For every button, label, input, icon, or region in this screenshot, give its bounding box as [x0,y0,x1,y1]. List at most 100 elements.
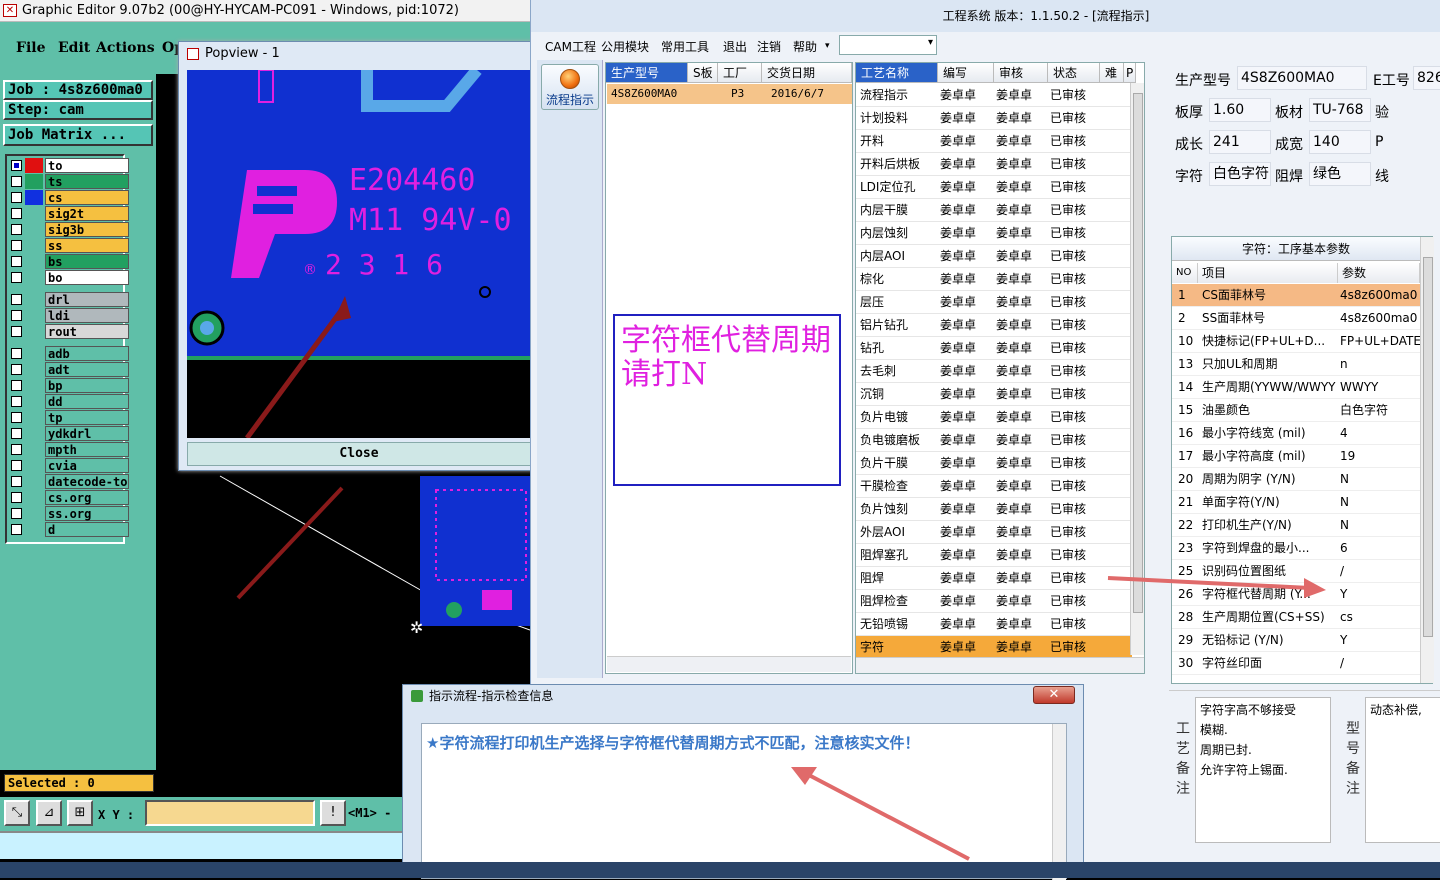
info-char-value[interactable]: 白色字符 [1209,162,1271,186]
process-row[interactable]: 内层AOI 姜卓卓 姜卓卓 已审核 [856,245,1132,268]
scroll-thumb[interactable] [1133,93,1143,613]
process-row[interactable]: 负片蚀刻 姜卓卓 姜卓卓 已审核 [856,498,1132,521]
layer-name[interactable]: drl [45,292,129,307]
param-row[interactable]: 1 CS面菲林号 4s8z600ma0 [1172,284,1420,307]
layer-name[interactable]: sig2t [45,206,129,221]
flow-indicate-button[interactable]: 流程指示 [541,64,599,110]
layer-name[interactable]: cvia [45,458,129,473]
layer-color-swatch[interactable] [25,522,43,537]
layer-row[interactable]: mpth [9,442,129,457]
layer-row[interactable]: bo [9,270,129,285]
process-row[interactable]: 内层干膜 姜卓卓 姜卓卓 已审核 [856,199,1132,222]
layer-checkbox[interactable] [11,396,22,407]
col-p[interactable]: P [1124,63,1136,83]
dialog-close-button[interactable]: ✕ [1033,686,1075,704]
layer-color-swatch[interactable] [25,206,43,221]
process-row[interactable]: 流程指示 姜卓卓 姜卓卓 已审核 [856,84,1132,107]
param-row[interactable]: 21 单面字符(Y/N) N [1172,491,1420,514]
layer-color-swatch[interactable] [25,442,43,457]
layer-name[interactable]: ldi [45,308,129,323]
layer-row[interactable]: sig2t [9,206,129,221]
menu-common-module[interactable]: 公用模块 [601,38,649,55]
process-row[interactable]: 负片干膜 姜卓卓 姜卓卓 已审核 [856,452,1132,475]
grid-icon[interactable]: ⊞ [67,800,93,826]
dialog-vscroll[interactable] [1052,724,1066,880]
measure-icon[interactable]: ⊿ [36,800,62,826]
param-row[interactable]: 10 快捷标记(FP+UL+D... FP+UL+DATE [1172,330,1420,353]
info-thick-value[interactable]: 1.60 [1209,98,1271,122]
col-factory[interactable]: 工厂 [718,63,762,83]
layer-checkbox[interactable] [11,256,22,267]
param-row[interactable]: 17 最小字符高度 (mil) 19 [1172,445,1420,468]
info-eno-value[interactable]: 826 [1413,66,1440,90]
product-row[interactable]: 4S8Z600MA0 P3 2016/6/7 [607,84,852,104]
product-hscroll[interactable] [607,656,851,672]
process-row[interactable]: 铝片钻孔 姜卓卓 姜卓卓 已审核 [856,314,1132,337]
layer-checkbox[interactable] [11,380,22,391]
col-difficulty[interactable]: 难 [1100,63,1124,83]
layer-color-swatch[interactable] [25,426,43,441]
layer-checkbox[interactable] [11,524,22,535]
layer-checkbox[interactable] [11,444,22,455]
process-row[interactable]: 计划投料 姜卓卓 姜卓卓 已审核 [856,107,1132,130]
menu-tools[interactable]: 常用工具 [661,38,709,55]
info-model-value[interactable]: 4S8Z600MA0 [1237,66,1367,90]
popview-canvas[interactable]: E204460 M11 94V-0 2 3 1 6 ® [187,70,531,438]
layer-checkbox[interactable] [11,476,22,487]
popview-close-button[interactable]: Close [187,442,531,466]
layer-row[interactable]: datecode-to [9,474,129,489]
layer-name[interactable]: adt [45,362,129,377]
layer-checkbox[interactable] [11,160,22,171]
layer-checkbox[interactable] [11,364,22,375]
layer-color-swatch[interactable] [25,474,43,489]
process-row[interactable]: LDI定位孔 姜卓卓 姜卓卓 已审核 [856,176,1132,199]
layer-color-swatch[interactable] [25,362,43,377]
col-delivery-date[interactable]: 交货日期 [762,63,852,83]
param-row[interactable]: 14 生产周期(YYWW/WWYY) WWYY [1172,376,1420,399]
param-row[interactable]: 22 打印机生产(Y/N) N [1172,514,1420,537]
param-vscroll[interactable] [1420,237,1434,683]
col-process-name[interactable]: 工艺名称 [856,63,938,83]
layer-color-swatch[interactable] [25,324,43,339]
layer-row[interactable]: dd [9,394,129,409]
process-row[interactable]: 干膜检查 姜卓卓 姜卓卓 已审核 [856,475,1132,498]
layer-name[interactable]: mpth [45,442,129,457]
process-row[interactable]: 无铅喷锡 姜卓卓 姜卓卓 已审核 [856,613,1132,636]
menu-cam-project[interactable]: CAM工程 [545,38,596,55]
layer-checkbox[interactable] [11,412,22,423]
process-row[interactable]: 阻焊塞孔 姜卓卓 姜卓卓 已审核 [856,544,1132,567]
info-mask-value[interactable]: 绿色 [1309,162,1371,186]
layer-color-swatch[interactable] [25,394,43,409]
layer-name[interactable]: adb [45,346,129,361]
info-mat-value[interactable]: TU-768 [1309,98,1371,122]
layer-checkbox[interactable] [11,192,22,203]
process-row[interactable]: 去毛刺 姜卓卓 姜卓卓 已审核 [856,360,1132,383]
col-s-board[interactable]: S板 [688,63,718,83]
layer-color-swatch[interactable] [25,308,43,323]
process-row[interactable]: 沉铜 姜卓卓 姜卓卓 已审核 [856,383,1132,406]
xy-input[interactable] [145,800,315,826]
param-row[interactable]: 16 最小字符线宽 (mil) 4 [1172,422,1420,445]
param-row[interactable]: 28 生产周期位置(CS+SS) cs [1172,606,1420,629]
layer-color-swatch[interactable] [25,506,43,521]
menu-help[interactable]: 帮助 [793,38,817,55]
layer-color-swatch[interactable] [25,410,43,425]
param-row[interactable]: 23 字符到焊盘的最小... 6 [1172,537,1420,560]
process-row[interactable]: 棕化 姜卓卓 姜卓卓 已审核 [856,268,1132,291]
layer-color-swatch[interactable] [25,490,43,505]
layer-name[interactable]: tp [45,410,129,425]
layer-name[interactable]: cs [45,190,129,205]
layer-row[interactable]: bp [9,378,129,393]
process-row[interactable]: 阻焊 姜卓卓 姜卓卓 已审核 [856,567,1132,590]
layer-name[interactable]: bs [45,254,129,269]
layer-color-swatch[interactable] [25,190,43,205]
process-row[interactable]: 负片电镀 姜卓卓 姜卓卓 已审核 [856,406,1132,429]
param-row[interactable]: 20 周期为阴字 (Y/N) N [1172,468,1420,491]
layer-color-swatch[interactable] [25,174,43,189]
job-matrix-button[interactable]: Job Matrix ... [3,124,153,146]
layer-row[interactable]: bs [9,254,129,269]
process-row[interactable]: 阻焊检查 姜卓卓 姜卓卓 已审核 [856,590,1132,613]
layer-color-swatch[interactable] [25,458,43,473]
col-model[interactable]: 生产型号 [606,63,688,83]
process-remark-box[interactable]: 字符字高不够接受 模糊. 周期已封. 允许字符上锡面. [1195,697,1331,843]
